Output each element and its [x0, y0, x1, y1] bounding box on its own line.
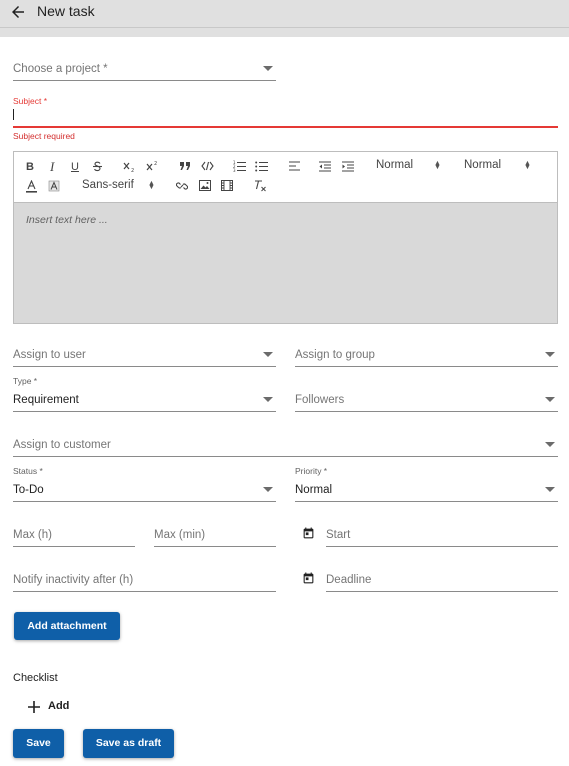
- outdent-icon[interactable]: [319, 161, 332, 172]
- type-value: Requirement: [13, 394, 79, 406]
- chevron-down-icon: [263, 352, 273, 357]
- bold-button[interactable]: B: [26, 161, 34, 173]
- chevron-down-icon: [545, 397, 555, 402]
- project-select[interactable]: Choose a project *: [13, 57, 276, 81]
- chevron-down-icon: [263, 397, 273, 402]
- superscript-icon[interactable]: 2: [146, 160, 160, 172]
- image-icon[interactable]: [199, 180, 211, 191]
- priority-value: Normal: [295, 484, 333, 496]
- chevron-down-icon: [545, 487, 555, 492]
- svg-text:2: 2: [154, 161, 157, 167]
- calendar-icon[interactable]: [302, 572, 315, 585]
- bullet-list-icon[interactable]: [255, 160, 268, 172]
- strikethrough-icon[interactable]: [92, 161, 103, 172]
- max-hours-placeholder: Max (h): [13, 529, 52, 541]
- project-placeholder: Choose a project *: [13, 63, 108, 75]
- subject-input[interactable]: [13, 109, 14, 120]
- select-arrows-icon: ▲ ▼: [148, 180, 155, 191]
- priority-select[interactable]: Priority * Normal: [295, 466, 558, 502]
- size-select[interactable]: Normal: [464, 159, 501, 171]
- status-value: To-Do: [13, 484, 44, 496]
- save-button[interactable]: Save: [13, 729, 64, 758]
- max-minutes-input[interactable]: Max (min): [154, 523, 276, 547]
- plus-icon: [28, 701, 40, 713]
- underline-button[interactable]: U: [71, 161, 79, 173]
- chevron-down-icon: [545, 352, 555, 357]
- max-hours-input[interactable]: Max (h): [13, 523, 135, 547]
- select-arrows-icon: ▲ ▼: [434, 160, 441, 171]
- text-color-icon[interactable]: [26, 180, 37, 193]
- save-draft-button[interactable]: Save as draft: [83, 729, 174, 758]
- assign-group-placeholder: Assign to group: [295, 349, 375, 361]
- subject-label: Subject *: [13, 96, 48, 106]
- page-title: New task: [37, 3, 95, 19]
- type-label: Type *: [13, 376, 38, 386]
- subject-error: Subject required: [13, 131, 75, 141]
- indent-icon[interactable]: [342, 161, 355, 172]
- clear-formatting-icon[interactable]: [254, 180, 267, 192]
- editor-toolbar: B I U 2 2 1 2 3 Normal ▲ ▼ Normal ▲ ▼ Sa…: [14, 152, 557, 203]
- italic-button[interactable]: I: [50, 160, 54, 173]
- status-label: Status *: [13, 466, 43, 476]
- chevron-down-icon: [263, 66, 273, 71]
- chevron-down-icon: [263, 487, 273, 492]
- svg-text:3: 3: [233, 168, 236, 172]
- add-attachment-button[interactable]: Add attachment: [14, 612, 120, 640]
- chevron-down-icon: [545, 442, 555, 447]
- app-bar: New task: [0, 0, 569, 28]
- header-select[interactable]: Normal: [376, 159, 413, 171]
- add-checklist-label: Add: [48, 700, 70, 712]
- type-select[interactable]: Type * Requirement: [13, 376, 276, 412]
- status-select[interactable]: Status * To-Do: [13, 466, 276, 502]
- arrow-left-icon[interactable]: [9, 3, 27, 21]
- notify-inactivity-input[interactable]: Notify inactivity after (h): [13, 568, 276, 592]
- notify-placeholder: Notify inactivity after (h): [13, 574, 134, 586]
- rich-text-editor: B I U 2 2 1 2 3 Normal ▲ ▼ Normal ▲ ▼ Sa…: [13, 151, 558, 324]
- editor-content-area[interactable]: Insert text here ...: [14, 203, 557, 323]
- ordered-list-icon[interactable]: 1 2 3: [233, 160, 246, 172]
- followers-select[interactable]: Followers: [295, 388, 558, 412]
- select-arrows-icon: ▲ ▼: [524, 160, 531, 171]
- assign-user-placeholder: Assign to user: [13, 349, 86, 361]
- code-block-icon[interactable]: [201, 161, 214, 171]
- assign-customer-placeholder: Assign to customer: [13, 439, 111, 451]
- start-date-input[interactable]: Start: [326, 523, 558, 547]
- align-left-icon[interactable]: [289, 161, 301, 171]
- link-icon[interactable]: [176, 180, 188, 192]
- assign-user-select[interactable]: Assign to user: [13, 343, 276, 367]
- followers-placeholder: Followers: [295, 394, 345, 406]
- checklist-label: Checklist: [13, 672, 58, 684]
- editor-placeholder: Insert text here ...: [26, 214, 108, 226]
- background-color-icon[interactable]: [48, 180, 60, 193]
- subscript-icon[interactable]: 2: [123, 161, 137, 173]
- deadline-placeholder: Deadline: [326, 574, 372, 586]
- font-select[interactable]: Sans-serif: [82, 179, 134, 191]
- subject-underline: [13, 126, 558, 128]
- header-divider: [0, 28, 569, 37]
- video-icon[interactable]: [221, 180, 233, 191]
- blockquote-icon[interactable]: [179, 161, 191, 171]
- assign-customer-select[interactable]: Assign to customer: [13, 433, 558, 457]
- max-minutes-placeholder: Max (min): [154, 529, 206, 541]
- svg-text:2: 2: [131, 168, 134, 173]
- priority-label: Priority *: [295, 466, 328, 476]
- assign-group-select[interactable]: Assign to group: [295, 343, 558, 367]
- deadline-date-input[interactable]: Deadline: [326, 568, 558, 592]
- calendar-icon[interactable]: [302, 527, 315, 540]
- start-placeholder: Start: [326, 529, 351, 541]
